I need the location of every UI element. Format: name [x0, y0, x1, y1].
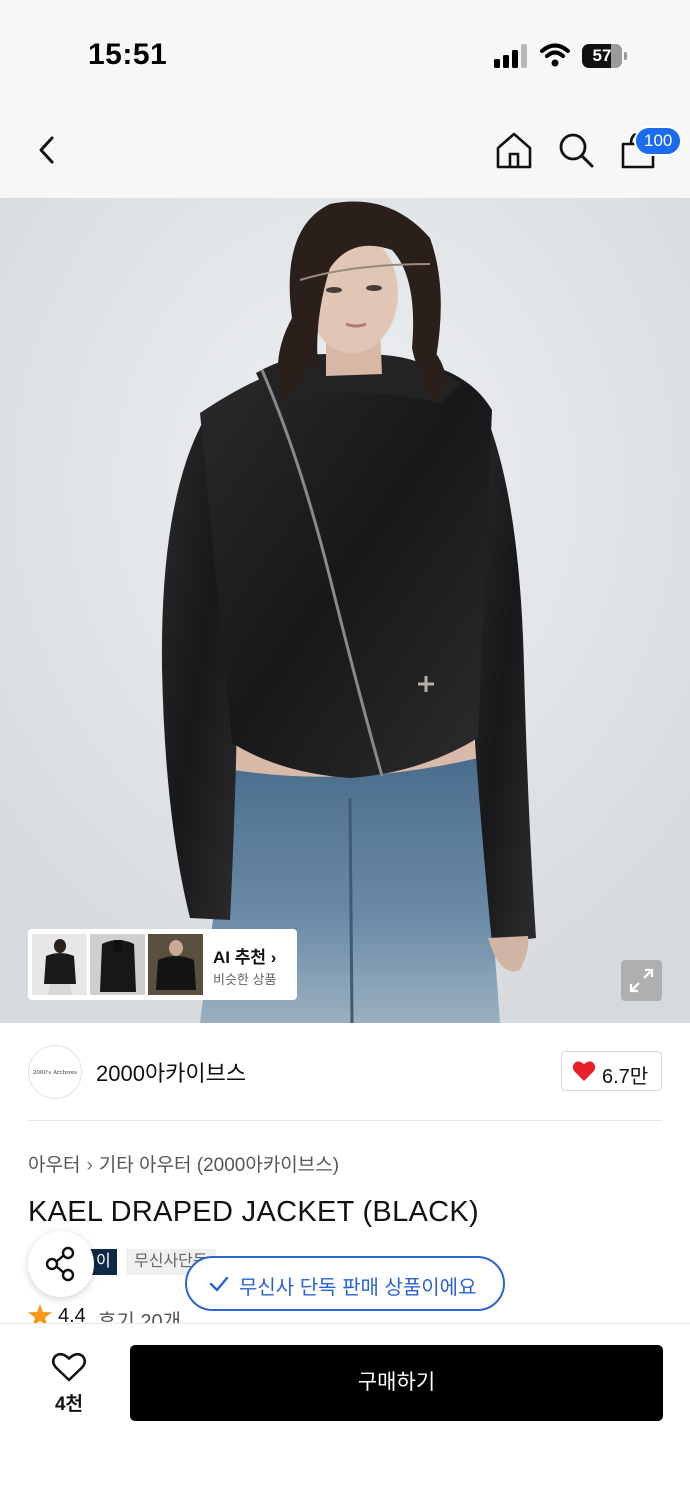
product-title: KAEL DRAPED JACKET (BLACK): [28, 1196, 479, 1228]
recommend-thumbnail-3[interactable]: [148, 934, 203, 995]
ai-recommend-title: AI 추천 ›: [213, 948, 277, 967]
brand-like-count: 6.7만: [602, 1066, 649, 1088]
wishlist-count: 4천: [54, 1394, 84, 1415]
back-arrow-icon[interactable]: [30, 130, 66, 170]
model-photo: [0, 198, 690, 1023]
battery-level: 57: [592, 46, 612, 65]
chevron-right-icon: ›: [86, 1155, 93, 1176]
brand-like-button[interactable]: 6.7만: [561, 1051, 662, 1091]
expand-image-button[interactable]: [621, 960, 662, 1001]
ai-recommend-subtitle: 비슷한 상품: [213, 972, 277, 987]
product-detail-screen: 15:51 57 100 AI 추천 › 비슷한 상품 2000's Archi…: [0, 0, 690, 1500]
wifi-icon: [540, 43, 570, 67]
product-hero-image[interactable]: [0, 198, 690, 1023]
cart-count-badge: 100: [634, 126, 683, 156]
brand-logo[interactable]: 2000's Archives: [28, 1045, 82, 1099]
breadcrumb-category[interactable]: 아우터: [28, 1155, 80, 1176]
toast-text: 무신사 단독 판매 상품이에요: [239, 1277, 477, 1299]
breadcrumb-subcategory[interactable]: 기타 아우터 (2000아카이브스): [99, 1155, 339, 1176]
breadcrumb: 아우터 › 기타 아우터 (2000아카이브스): [28, 1150, 339, 1177]
heart-outline-icon[interactable]: [51, 1351, 87, 1383]
ai-recommend-card[interactable]: AI 추천 › 비슷한 상품: [28, 929, 297, 1000]
heart-filled-icon: [572, 1061, 596, 1081]
cellular-signal-icon: [494, 44, 528, 68]
section-divider: [28, 1120, 662, 1121]
check-icon: [209, 1276, 229, 1292]
buy-button[interactable]: 구매하기: [130, 1345, 663, 1421]
top-nav-bar: [0, 100, 690, 198]
battery-icon: 57: [582, 44, 628, 68]
brand-name[interactable]: 2000아카이브스: [96, 1056, 246, 1088]
status-bar: 15:51 57: [0, 0, 690, 100]
recommend-thumbnail-1[interactable]: [32, 934, 87, 995]
product-tag-dark: 이: [90, 1249, 117, 1275]
search-icon[interactable]: [556, 130, 596, 170]
exclusive-toast: 무신사 단독 판매 상품이에요: [185, 1256, 505, 1311]
share-icon: [45, 1246, 75, 1282]
home-icon[interactable]: [494, 130, 534, 170]
share-button[interactable]: [28, 1231, 94, 1297]
expand-icon: [629, 968, 654, 993]
recommend-thumbnail-2[interactable]: [90, 934, 145, 995]
status-time: 15:51: [88, 38, 168, 71]
chevron-right-icon: ›: [270, 948, 277, 967]
